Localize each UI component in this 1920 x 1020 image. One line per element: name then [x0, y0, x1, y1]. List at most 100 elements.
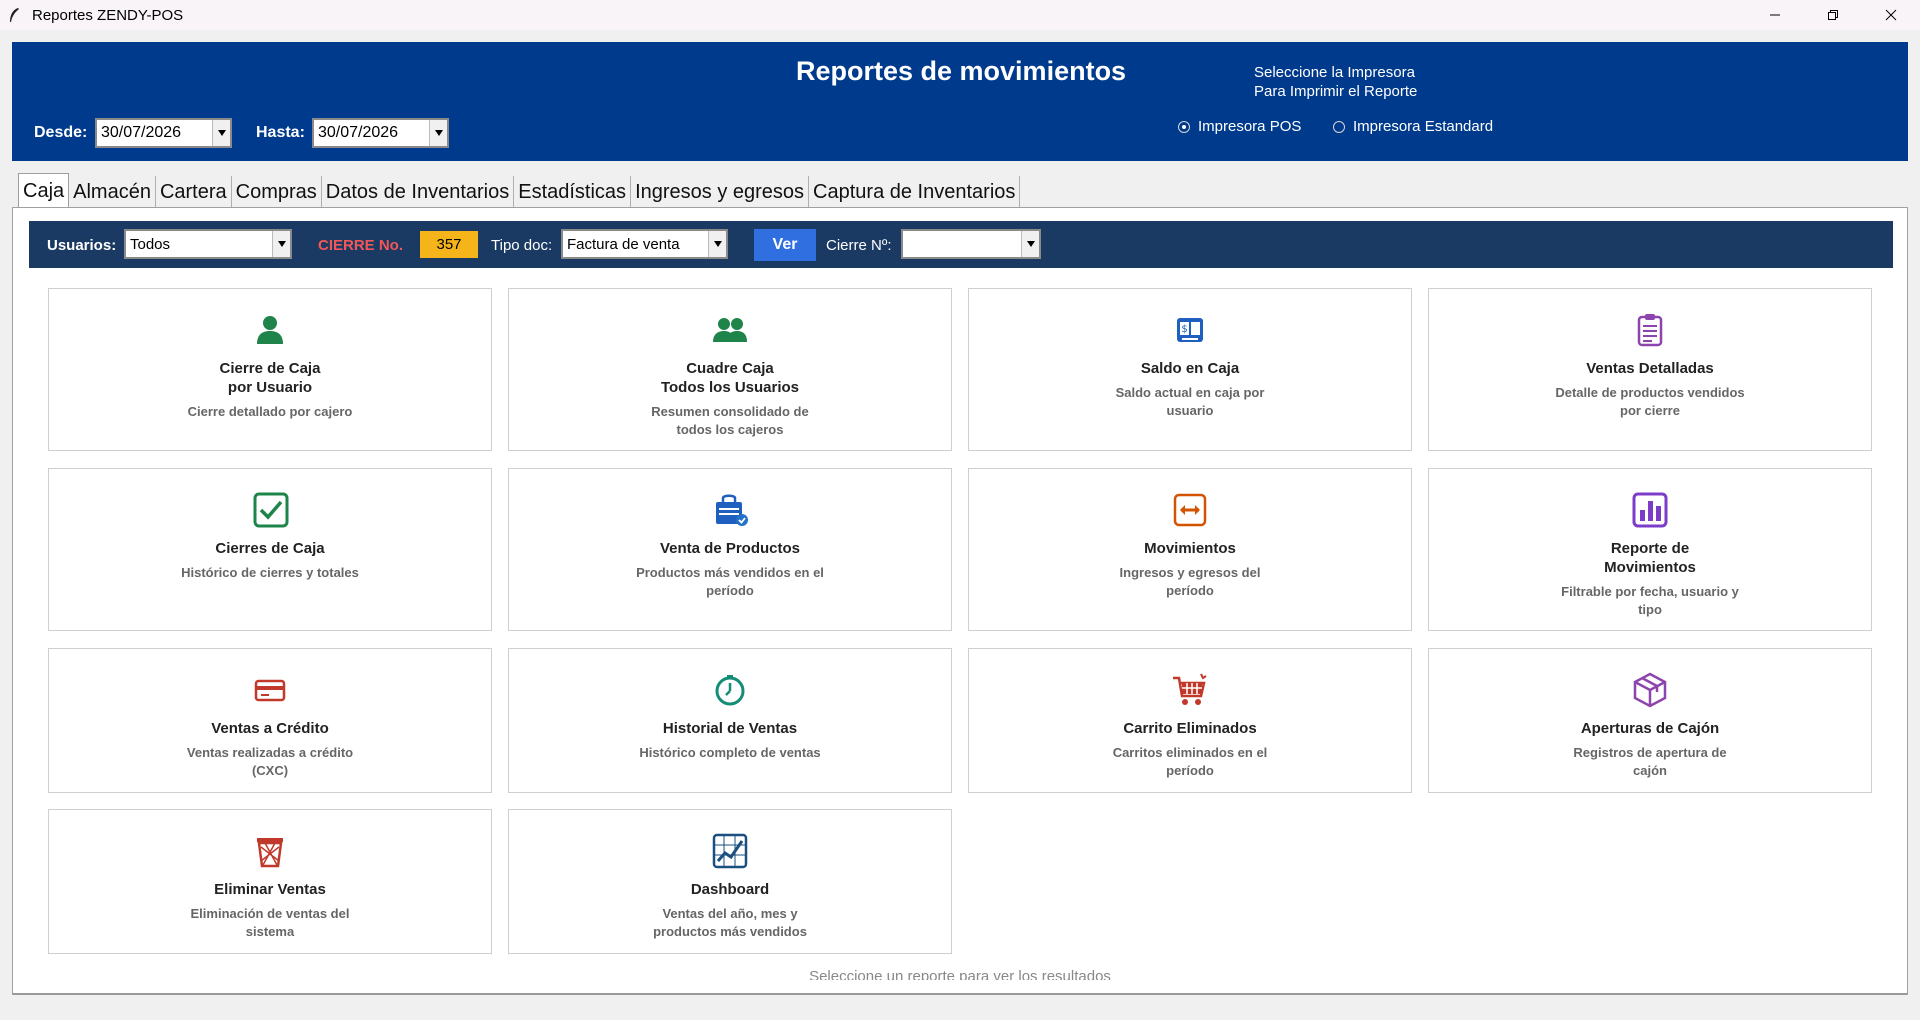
usuarios-select[interactable]: Todos — [124, 229, 292, 259]
report-card-saldo-caja[interactable]: $ Saldo en Caja Saldo actual en caja por u… — [968, 288, 1412, 451]
desde-label: Desde: — [34, 124, 88, 141]
users-icon — [509, 310, 951, 350]
title-bar: Reportes ZENDY-POS — [0, 0, 1920, 30]
printer-prompt-line2: Para Imprimir el Reporte — [1254, 83, 1418, 100]
chevron-down-icon[interactable] — [272, 231, 290, 257]
close-button[interactable] — [1862, 0, 1920, 30]
usuarios-label: Usuarios: — [47, 237, 117, 254]
report-card-eliminar-ventas[interactable]: Eliminar Ventas Eliminación de ventas del… — [48, 809, 492, 954]
card-title: Cuadre Caja Todos los Usuarios Resumen con… — [509, 359, 951, 439]
cierre-n-select[interactable] — [901, 229, 1041, 259]
radio-printer-standard-label: Impresora Estandard — [1353, 118, 1494, 135]
tab-compras[interactable]: Compras — [231, 176, 322, 208]
card-description: Resumen consolidado de todos los cajeros — [651, 404, 809, 437]
radio-unselected-icon — [1333, 120, 1345, 133]
hasta-label: Hasta: — [256, 124, 305, 141]
card-description: Cierre detallado por cajero — [187, 404, 353, 419]
filter-bar: Usuarios: Todos CIERRE No. 357 Tipo doc:… — [29, 221, 1893, 268]
close-icon — [1885, 9, 1897, 21]
card-description: Ventas realizadas a crédito (CXC) — [186, 745, 354, 778]
tab-cartera[interactable]: Cartera — [155, 176, 232, 208]
card-description: Histórico de cierres y totales — [181, 565, 359, 580]
line-chart-icon — [509, 831, 951, 871]
chevron-down-icon[interactable] — [1021, 231, 1039, 257]
card-description: Filtrable por fecha, usuario y tipo — [1561, 584, 1739, 617]
tipo-doc-label: Tipo doc: — [491, 237, 553, 254]
radio-printer-standard[interactable]: Impresora Estandard — [1333, 118, 1493, 135]
chevron-down-icon[interactable] — [429, 120, 447, 146]
card-title-line1: Dashboard — [690, 881, 770, 898]
card-title: Ventas Detalladas Detalle de productos ve… — [1429, 359, 1871, 420]
card-title-line1: Venta de Productos — [659, 540, 801, 557]
tab-caja[interactable]: Caja — [18, 173, 70, 208]
cierre-n-label: Cierre Nº: — [826, 237, 892, 254]
card-description: Ventas del año, mes y productos más vend… — [653, 906, 807, 939]
hasta-date-field[interactable]: 30/07/2026 — [312, 118, 449, 148]
card-description: Histórico completo de ventas — [639, 745, 821, 760]
card-description: Eliminación de ventas del sistema — [190, 906, 350, 939]
hasta-date-value: 30/07/2026 — [318, 124, 399, 141]
trash-icon — [49, 831, 491, 871]
tab-datos-de-inventarios[interactable]: Datos de Inventarios — [321, 176, 515, 208]
tab-captura-de-inventarios[interactable]: Captura de Inventarios — [809, 176, 1021, 208]
card-title-line2: por Usuario — [227, 379, 313, 396]
tab-ingresos-y-egresos[interactable]: Ingresos y egresos — [631, 176, 810, 208]
box-icon — [1429, 670, 1871, 710]
report-card-venta-productos[interactable]: Venta de Productos Productos más vendidos… — [508, 468, 952, 631]
report-card-ventas-credito[interactable]: Ventas a Crédito Ventas realizadas a créd… — [48, 648, 492, 793]
card-title: Dashboard Ventas del año, mes y productos… — [509, 880, 951, 941]
restore-button[interactable] — [1804, 0, 1862, 30]
card-description: Carritos eliminados en el período — [1112, 745, 1268, 778]
card-title: Cierre de Caja por Usuario Cierre detallad… — [49, 359, 491, 421]
credit-card-icon — [49, 670, 491, 710]
desde-date-field[interactable]: 30/07/2026 — [95, 118, 232, 148]
card-title-line1: Eliminar Ventas — [214, 881, 326, 898]
report-card-ventas-detalladas[interactable]: Ventas Detalladas Detalle de productos ve… — [1428, 288, 1872, 451]
card-title-line2: Todos los Usuarios — [660, 379, 800, 396]
checkbox-icon — [49, 490, 491, 530]
radio-printer-pos[interactable]: Impresora POS — [1178, 118, 1301, 135]
card-title-line1: Saldo en Caja — [1140, 360, 1240, 377]
chevron-down-icon[interactable] — [212, 120, 230, 146]
card-title-line1: Movimientos — [1144, 540, 1236, 557]
report-card-historial-ventas[interactable]: Historial de Ventas Histórico completo de… — [508, 648, 952, 793]
report-card-carrito-eliminados[interactable]: Carrito Eliminados Carritos eliminados en… — [968, 648, 1412, 793]
minimize-button[interactable] — [1746, 0, 1804, 30]
report-card-dashboard[interactable]: Dashboard Ventas del año, mes y productos… — [508, 809, 952, 954]
card-description: Ingresos y egresos del período — [1119, 565, 1261, 598]
report-card-aperturas-cajon[interactable]: Aperturas de Cajón Registros de apertura … — [1428, 648, 1872, 793]
card-title: Carrito Eliminados Carritos eliminados en… — [969, 719, 1411, 780]
tipo-doc-value: Factura de venta — [567, 235, 680, 253]
report-header: Reportes de movimientos Seleccione la Im… — [12, 42, 1908, 161]
card-title: Saldo en Caja Saldo actual en caja por us… — [969, 359, 1411, 420]
bar-chart-icon — [1429, 490, 1871, 530]
report-card-movimientos[interactable]: Movimientos Ingresos y egresos del períod… — [968, 468, 1412, 631]
card-title: Reporte de Movimientos Filtrable por fecha… — [1429, 539, 1871, 619]
clipboard-icon — [1429, 310, 1871, 350]
tab-estadísticas[interactable]: Estadísticas — [514, 176, 632, 208]
card-title-line1: Ventas a Crédito — [211, 720, 329, 737]
card-title-line1: Ventas Detalladas — [1586, 360, 1714, 377]
report-card-cierre-caja-usuario[interactable]: Cierre de Caja por Usuario Cierre detallad… — [48, 288, 492, 451]
card-description: Productos más vendidos en el período — [636, 565, 824, 598]
card-title-line1: Cierres de Caja — [215, 540, 325, 557]
card-title: Venta de Productos Productos más vendidos… — [509, 539, 951, 600]
report-card-cierres-caja[interactable]: Cierres de Caja Histórico de cierres y to… — [48, 468, 492, 631]
card-title-line1: Cierre de Caja — [219, 360, 321, 377]
radio-selected-icon — [1178, 120, 1190, 133]
page-title: Reportes de movimientos — [796, 56, 1127, 86]
tab-almacén[interactable]: Almacén — [69, 176, 156, 208]
report-card-cuadre-caja[interactable]: Cuadre Caja Todos los Usuarios Resumen con… — [508, 288, 952, 451]
user-icon — [49, 310, 491, 350]
tipo-doc-select[interactable]: Factura de venta — [561, 229, 728, 259]
card-description: Detalle de productos vendidos por cierre — [1555, 385, 1745, 418]
restore-icon — [1828, 10, 1838, 20]
desde-date-value: 30/07/2026 — [101, 124, 182, 141]
report-card-reporte-movimientos[interactable]: Reporte de Movimientos Filtrable por fecha… — [1428, 468, 1872, 631]
chevron-down-icon[interactable] — [708, 231, 726, 257]
card-description: Registros de apertura de cajón — [1573, 745, 1727, 778]
select-report-hint: Seleccione un reporte para ver los resul… — [809, 968, 1111, 980]
cart-icon — [969, 670, 1411, 710]
cierre-number-badge: 357 — [420, 231, 478, 258]
ver-button[interactable]: Ver — [754, 229, 816, 261]
